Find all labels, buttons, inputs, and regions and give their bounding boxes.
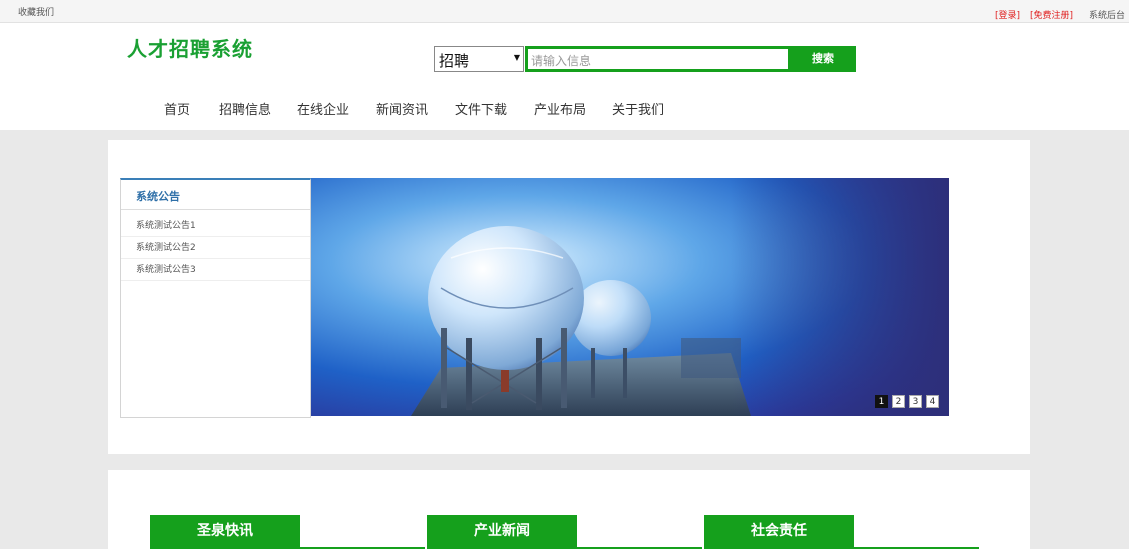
search-input[interactable]: 请输入信息 [525,46,791,72]
chevron-down-icon: ▼ [513,53,520,62]
notice-item[interactable]: 系统测试公告3 [121,259,310,281]
admin-link[interactable]: 系统后台 [1089,8,1125,21]
register-link[interactable]: [免费注册] [1030,8,1073,21]
section-quick-news: 圣泉快讯 [150,515,425,549]
section-industry-news: 产业新闻 [427,515,702,549]
nav-industry[interactable]: 产业布局 [534,99,586,118]
notice-item[interactable]: 系统测试公告2 [121,237,310,259]
nav-home[interactable]: 首页 [164,99,190,118]
section-social-responsibility: 社会责任 [704,515,979,549]
search-button[interactable]: 搜索 [790,46,856,72]
search-placeholder: 请输入信息 [531,54,592,68]
nav-news[interactable]: 新闻资讯 [376,99,428,118]
banner-slideshow[interactable] [311,178,949,416]
banner-page-2[interactable]: 2 [892,395,905,408]
notice-item[interactable]: 系统测试公告1 [121,215,310,237]
nav-about[interactable]: 关于我们 [612,99,664,118]
top-bar: 收藏我们 [登录] [免费注册] 系统后台 [0,0,1129,23]
tab-social-responsibility[interactable]: 社会责任 [704,515,854,547]
nav-jobs[interactable]: 招聘信息 [219,99,271,118]
notice-box: 系统公告 系统测试公告1 系统测试公告2 系统测试公告3 [120,178,311,418]
banner-page-3[interactable]: 3 [909,395,922,408]
search-category-select[interactable]: 招聘 ▼ [434,46,524,72]
site-logo[interactable]: 人才招聘系统 [127,33,253,62]
tab-industry-news[interactable]: 产业新闻 [427,515,577,547]
tab-quick-news[interactable]: 圣泉快讯 [150,515,300,547]
banner-image [411,178,949,416]
search-category-value: 招聘 [439,52,470,70]
nav-companies[interactable]: 在线企业 [297,99,349,118]
nav-downloads[interactable]: 文件下载 [455,99,507,118]
header: 人才招聘系统 招聘 ▼ 请输入信息 搜索 首页 招聘信息 在线企业 新闻资讯 文… [0,23,1129,130]
banner-page-4[interactable]: 4 [926,395,939,408]
notice-title: 系统公告 [121,180,310,210]
notice-list: 系统测试公告1 系统测试公告2 系统测试公告3 [121,210,310,281]
login-link[interactable]: [登录] [995,8,1020,21]
banner-page-1[interactable]: 1 [875,395,888,408]
favorite-link[interactable]: 收藏我们 [18,5,54,18]
